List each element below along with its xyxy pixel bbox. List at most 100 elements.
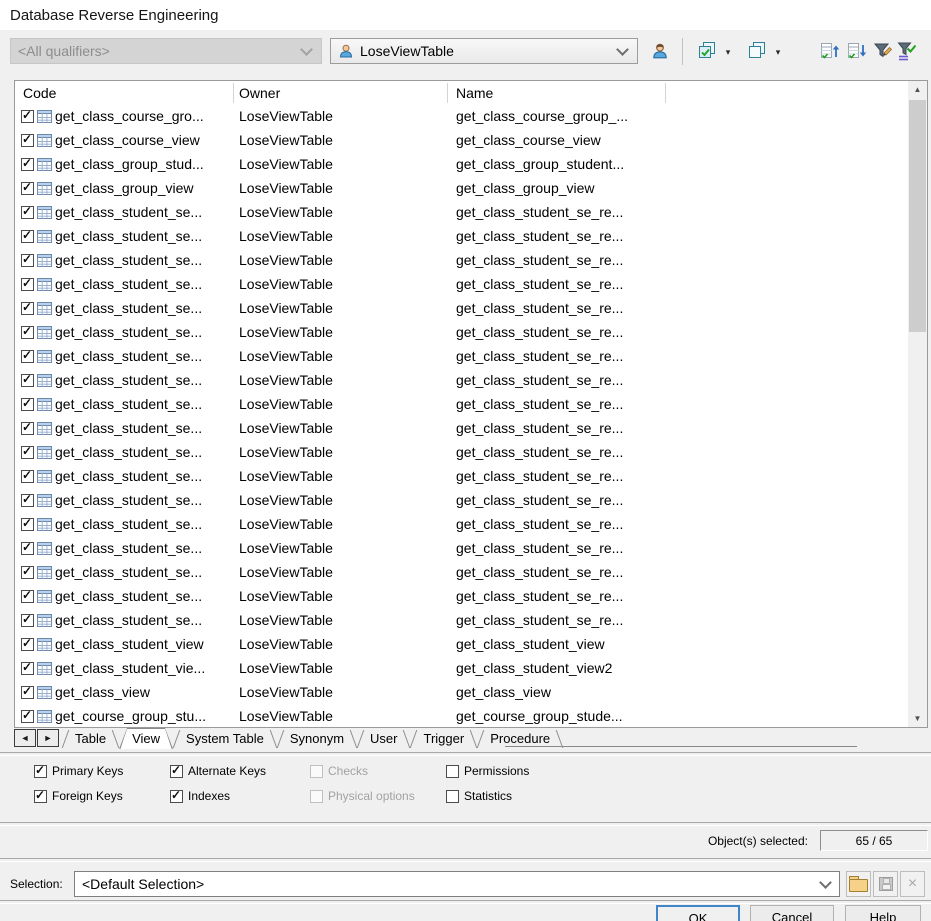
load-selection-button[interactable] — [846, 871, 871, 897]
table-row[interactable]: get_class_student_se... LoseViewTable ge… — [15, 561, 908, 585]
table-row[interactable]: get_class_student_se... LoseViewTable ge… — [15, 417, 908, 441]
help-button[interactable]: Help — [845, 905, 921, 921]
grid-up-button[interactable] — [818, 40, 842, 64]
table-row[interactable]: get_class_student_se... LoseViewTable ge… — [15, 609, 908, 633]
tab-trigger[interactable]: Trigger — [410, 728, 477, 749]
option-permissions[interactable]: Permissions — [446, 764, 666, 778]
filter-edit-button[interactable] — [871, 40, 895, 64]
table-row[interactable]: get_class_student_se... LoseViewTable ge… — [15, 345, 908, 369]
table-row[interactable]: get_class_student_se... LoseViewTable ge… — [15, 441, 908, 465]
grid-down-button[interactable] — [845, 40, 869, 64]
scroll-up-icon[interactable]: ▲ — [908, 81, 927, 98]
option-foreign-keys[interactable]: Foreign Keys — [34, 788, 170, 803]
row-checkbox[interactable] — [21, 372, 34, 387]
row-checkbox[interactable] — [21, 276, 34, 291]
tab-system-table[interactable]: System Table — [173, 728, 277, 749]
scroll-down-icon[interactable]: ▼ — [908, 710, 927, 727]
row-checkbox[interactable] — [21, 636, 34, 651]
row-checkbox[interactable] — [21, 228, 34, 243]
row-checkbox[interactable] — [21, 252, 34, 267]
row-checkbox[interactable] — [21, 108, 34, 123]
delete-selection-button[interactable]: × — [900, 871, 925, 897]
checkbox-icon[interactable] — [170, 788, 183, 803]
table-row[interactable]: get_class_student_se... LoseViewTable ge… — [15, 321, 908, 345]
table-row[interactable]: get_class_group_stud... LoseViewTable ge… — [15, 153, 908, 177]
tab-scroll-left-button[interactable]: ◄ — [14, 729, 36, 747]
change-user-button[interactable] — [648, 40, 672, 64]
row-checkbox[interactable] — [21, 588, 34, 603]
column-separator[interactable] — [233, 83, 234, 103]
table-row[interactable]: get_class_course_view LoseViewTable get_… — [15, 129, 908, 153]
checkbox-icon[interactable] — [446, 789, 459, 803]
table-row[interactable]: get_class_student_se... LoseViewTable ge… — [15, 537, 908, 561]
row-checkbox[interactable] — [21, 396, 34, 411]
row-checkbox[interactable] — [21, 132, 34, 147]
row-checkbox[interactable] — [21, 540, 34, 555]
deselect-all-dropdown-caret[interactable]: ▾ — [772, 44, 784, 60]
table-row[interactable]: get_class_course_gro... LoseViewTable ge… — [15, 105, 908, 129]
table-row[interactable]: get_class_student_se... LoseViewTable ge… — [15, 225, 908, 249]
table-row[interactable]: get_class_student_se... LoseViewTable ge… — [15, 249, 908, 273]
table-row[interactable]: get_class_student_se... LoseViewTable ge… — [15, 297, 908, 321]
table-row[interactable]: get_class_student_se... LoseViewTable ge… — [15, 273, 908, 297]
checkbox-icon[interactable] — [34, 763, 47, 778]
view-table-icon — [37, 278, 52, 291]
checkbox-icon[interactable] — [34, 788, 47, 803]
deselect-all-button[interactable] — [745, 40, 769, 64]
tab-view[interactable]: View — [119, 728, 173, 749]
row-checkbox[interactable] — [21, 444, 34, 459]
column-header-code[interactable]: Code — [23, 85, 56, 101]
scrollbar-thumb[interactable] — [909, 100, 926, 332]
table-row[interactable]: get_class_student_se... LoseViewTable ge… — [15, 393, 908, 417]
table-row[interactable]: get_class_student_view LoseViewTable get… — [15, 633, 908, 657]
column-separator[interactable] — [447, 83, 448, 103]
tab-scroll-right-button[interactable]: ► — [37, 729, 59, 747]
row-checkbox[interactable] — [21, 204, 34, 219]
tab-table[interactable]: Table — [62, 728, 119, 749]
table-row[interactable]: get_class_student_vie... LoseViewTable g… — [15, 657, 908, 681]
table-row[interactable]: get_class_student_se... LoseViewTable ge… — [15, 513, 908, 537]
cancel-button[interactable]: Cancel — [750, 905, 834, 921]
column-header-owner[interactable]: Owner — [239, 85, 280, 101]
row-checkbox[interactable] — [21, 684, 34, 699]
select-all-button[interactable] — [695, 40, 719, 64]
checkbox-icon[interactable] — [446, 764, 459, 778]
tab-synonym[interactable]: Synonym — [277, 728, 357, 749]
table-row[interactable]: get_class_view LoseViewTable get_class_v… — [15, 681, 908, 705]
row-checkbox[interactable] — [21, 420, 34, 435]
row-checkbox[interactable] — [21, 516, 34, 531]
row-checkbox[interactable] — [21, 468, 34, 483]
table-row[interactable]: get_class_student_se... LoseViewTable ge… — [15, 369, 908, 393]
column-separator[interactable] — [665, 83, 666, 103]
filter-apply-button[interactable] — [895, 40, 919, 64]
row-checkbox[interactable] — [21, 660, 34, 675]
checkbox-icon[interactable] — [170, 763, 183, 778]
owner-combobox[interactable]: LoseViewTable — [330, 38, 638, 64]
table-row[interactable]: get_class_student_se... LoseViewTable ge… — [15, 201, 908, 225]
option-alternate-keys[interactable]: Alternate Keys — [170, 763, 310, 778]
table-row[interactable]: get_course_group_stu... LoseViewTable ge… — [15, 705, 908, 727]
row-checkbox[interactable] — [21, 492, 34, 507]
row-checkbox[interactable] — [21, 324, 34, 339]
select-all-dropdown-caret[interactable]: ▾ — [722, 44, 734, 60]
row-checkbox[interactable] — [21, 708, 34, 723]
ok-button[interactable]: OK — [656, 905, 740, 921]
table-row[interactable]: get_class_student_se... LoseViewTable ge… — [15, 585, 908, 609]
row-checkbox[interactable] — [21, 612, 34, 627]
row-checkbox[interactable] — [21, 180, 34, 195]
table-row[interactable]: get_class_student_se... LoseViewTable ge… — [15, 465, 908, 489]
row-checkbox[interactable] — [21, 564, 34, 579]
row-checkbox[interactable] — [21, 348, 34, 363]
row-checkbox[interactable] — [21, 300, 34, 315]
row-checkbox[interactable] — [21, 156, 34, 171]
tab-user[interactable]: User — [357, 728, 410, 749]
option-statistics[interactable]: Statistics — [446, 789, 666, 803]
selection-combobox[interactable]: <Default Selection> — [74, 871, 840, 897]
column-header-name[interactable]: Name — [456, 85, 493, 101]
table-row[interactable]: get_class_student_se... LoseViewTable ge… — [15, 489, 908, 513]
save-selection-button[interactable] — [873, 871, 898, 897]
table-row[interactable]: get_class_group_view LoseViewTable get_c… — [15, 177, 908, 201]
option-indexes[interactable]: Indexes — [170, 788, 310, 803]
option-primary-keys[interactable]: Primary Keys — [34, 763, 170, 778]
vertical-scrollbar[interactable]: ▲ ▼ — [908, 81, 927, 727]
